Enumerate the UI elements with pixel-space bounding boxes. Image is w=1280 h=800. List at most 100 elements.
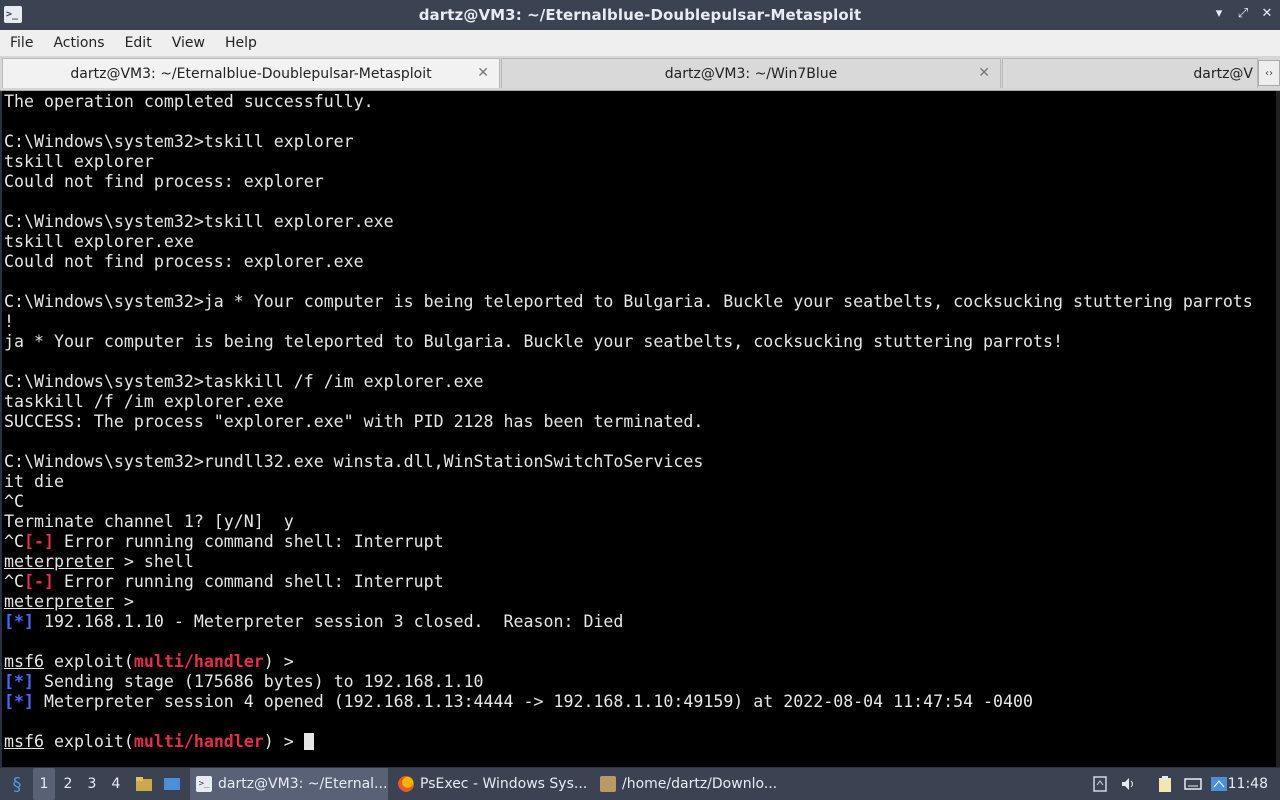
tab-close-icon[interactable]: ✕ (978, 65, 990, 81)
terminal-text: [*] (4, 672, 34, 691)
terminal-line: [*] Sending stage (175686 bytes) to 192.… (4, 672, 1253, 692)
terminal-line: ! (4, 312, 1253, 332)
terminal-text: 192.168.1.10 - Meterpreter session 3 clo… (33, 612, 624, 631)
terminal-line: taskkill /f /im explorer.exe (4, 392, 1253, 412)
tab-label: dartz@VM3: ~/Eternalblue-Doublepulsar-Me… (70, 65, 432, 82)
terminal-line: meterpreter > (4, 592, 1253, 612)
terminal-scrollbar[interactable] (1276, 91, 1280, 767)
terminal-text: [*] (4, 692, 34, 711)
desktop-4-button[interactable]: 4 (105, 768, 127, 800)
tab-close-icon[interactable]: ✕ (477, 65, 489, 81)
terminal-line: [*] 192.168.1.10 - Meterpreter session 3… (4, 612, 1253, 632)
terminal-line: tskill explorer (4, 152, 1253, 172)
terminal-text: > shell (113, 552, 194, 571)
terminal-text: Meterpreter session 4 opened (192.168.1.… (33, 692, 1034, 711)
task-firefox[interactable]: PsExec - Windows Sys... (392, 768, 590, 800)
file-manager-icon[interactable] (133, 768, 155, 800)
terminal-line: msf6 exploit(multi/handler) > (4, 652, 1253, 672)
task-terminal[interactable]: >_ dartz@VM3: ~/Eternal... (190, 768, 388, 800)
terminal-view[interactable]: The operation completed successfully. C:\… (0, 91, 1280, 767)
close-icon[interactable]: ✕ (1260, 6, 1274, 21)
terminal-text: The operation completed successfully. (4, 92, 374, 111)
terminal-line: Could not find process: explorer (4, 172, 1253, 192)
terminal-text: C:\Windows\system32>tskill explorer.exe (4, 212, 394, 231)
start-menu-icon[interactable]: § (4, 768, 30, 800)
tab-win7blue[interactable]: dartz@VM3: ~/Win7Blue ✕ (501, 58, 1001, 88)
terminal-text: exploit( (43, 652, 134, 671)
desktop-3-button[interactable]: 3 (81, 768, 103, 800)
terminal-line: ^C[-] Error running command shell: Inter… (4, 532, 1253, 552)
terminal-text: SUCCESS: The process "explorer.exe" with… (4, 412, 704, 431)
keyboard-icon[interactable] (1182, 768, 1204, 800)
tab-eternalblue[interactable]: dartz@VM3: ~/Eternalblue-Doublepulsar-Me… (2, 58, 500, 88)
menu-edit[interactable]: Edit (115, 35, 162, 51)
maximize-icon[interactable]: ⤢ (1236, 6, 1250, 21)
terminal-app-icon[interactable]: >_ (4, 6, 22, 23)
tab-third[interactable]: dartz@V (1002, 58, 1258, 88)
terminal-line: C:\Windows\system32>tskill explorer.exe (4, 212, 1253, 232)
clock[interactable]: 11:48 (1228, 768, 1268, 800)
window-titlebar[interactable]: >_ dartz@VM3: ~/Eternalblue-Doublepulsar… (0, 0, 1280, 30)
terminal-cursor (303, 733, 314, 750)
terminal-text: multi/handler (133, 732, 264, 751)
terminal-text: Could not find process: explorer.exe (4, 252, 364, 271)
window-controls: ▾ ⤢ ✕ (1212, 6, 1274, 21)
menu-actions[interactable]: Actions (43, 35, 114, 51)
desktop-1-button[interactable]: 1 (33, 768, 55, 800)
terminal-text: ) > (263, 732, 304, 751)
terminal-line: msf6 exploit(multi/handler) > (4, 732, 1253, 752)
desktop-2-button[interactable]: 2 (57, 768, 79, 800)
terminal-output: The operation completed successfully. C:\… (4, 92, 1253, 752)
terminal-line: The operation completed successfully. (4, 92, 1253, 112)
terminal-text: [*] (4, 612, 34, 631)
terminal-line: [*] Meterpreter session 4 opened (192.16… (4, 692, 1253, 712)
terminal-text: C:\Windows\system32>tskill explorer (4, 132, 354, 151)
terminal-text: it die (4, 472, 64, 491)
window-title: dartz@VM3: ~/Eternalblue-Doublepulsar-Me… (418, 6, 862, 24)
terminal-text: multi/handler (133, 652, 264, 671)
menu-help[interactable]: Help (215, 35, 267, 51)
clipboard-icon[interactable] (1155, 768, 1175, 800)
task-archive[interactable]: /home/dartz/Downlo... (594, 768, 792, 800)
terminal-text: ^C (4, 492, 24, 511)
terminal-text: ^C (4, 532, 24, 551)
show-desktop-icon[interactable] (161, 768, 183, 800)
terminal-text: msf6 (4, 652, 44, 671)
task-label: /home/dartz/Downlo... (622, 776, 778, 792)
terminal-line: it die (4, 472, 1253, 492)
minimize-icon[interactable]: ▾ (1212, 6, 1226, 21)
terminal-text: > (113, 592, 134, 611)
menu-view[interactable]: View (162, 35, 215, 51)
terminal-text: Could not find process: explorer (4, 172, 324, 191)
terminal-line: ja * Your computer is being teleported t… (4, 332, 1253, 352)
terminal-line: Could not find process: explorer.exe (4, 252, 1253, 272)
terminal-text: Terminate channel 1? [y/N] y (4, 512, 294, 531)
terminal-text: meterpreter (4, 552, 114, 571)
tab-label: dartz@V (1193, 65, 1253, 82)
volume-icon[interactable] (1118, 768, 1138, 800)
menu-file[interactable]: File (0, 35, 43, 51)
terminal-text: meterpreter (4, 592, 114, 611)
terminal-line: C:\Windows\system32>ja * Your computer i… (4, 292, 1253, 312)
terminal-text: ^C (4, 572, 24, 591)
terminal-text: Sending stage (175686 bytes) to 192.168.… (33, 672, 484, 691)
terminal-text: ja * Your computer is being teleported t… (4, 332, 1063, 351)
terminal-text: [-] (23, 572, 54, 591)
task-label: dartz@VM3: ~/Eternal... (218, 776, 388, 792)
terminal-line: Terminate channel 1? [y/N] y (4, 512, 1253, 532)
terminal-text: taskkill /f /im explorer.exe (4, 392, 284, 411)
terminal-line: C:\Windows\system32>tskill explorer (4, 132, 1253, 152)
updates-icon[interactable] (1090, 768, 1110, 800)
tab-bar: dartz@VM3: ~/Eternalblue-Doublepulsar-Me… (0, 56, 1280, 91)
archive-icon (600, 776, 616, 792)
tab-scroll-arrows-icon[interactable]: ‹› (1258, 60, 1280, 86)
tab-label: dartz@VM3: ~/Win7Blue (664, 65, 838, 82)
terminal-line: ^C[-] Error running command shell: Inter… (4, 572, 1253, 592)
terminal-line: tskill explorer.exe (4, 232, 1253, 252)
terminal-text: msf6 (4, 732, 44, 751)
